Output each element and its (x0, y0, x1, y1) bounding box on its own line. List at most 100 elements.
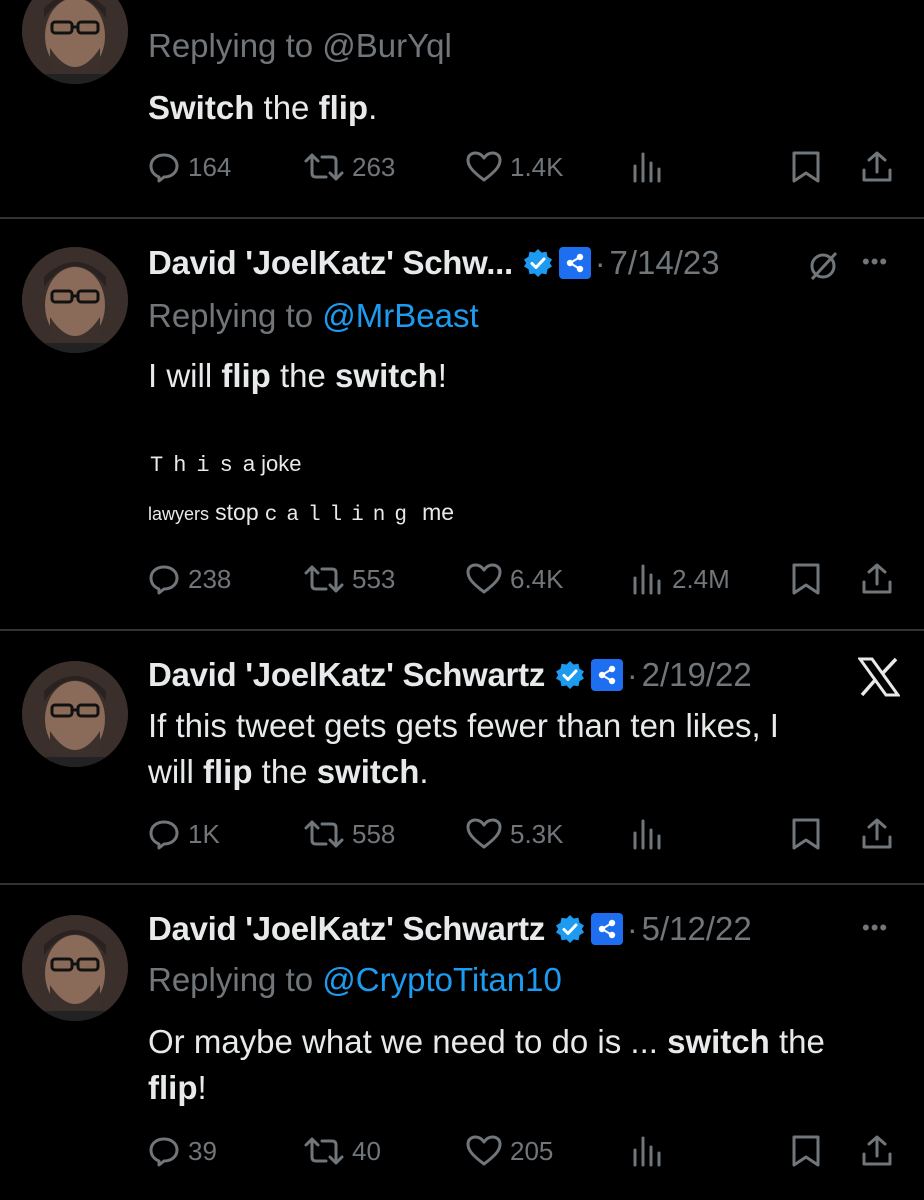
avatar[interactable] (22, 661, 128, 767)
retweets-count: 263 (352, 151, 396, 182)
verified-badge-icon[interactable] (555, 914, 585, 944)
replying-handle[interactable]: @CryptoTitan10 (322, 961, 562, 998)
text-span: the (769, 1023, 825, 1060)
text-span: will (148, 753, 203, 790)
replying-to: Replying to @MrBeast (148, 297, 479, 335)
text-span: ! (437, 357, 447, 394)
retweet-button[interactable]: 553 (304, 559, 395, 599)
author-name[interactable]: David 'JoelKatz' Schwartz (148, 910, 545, 948)
share-icon (860, 817, 894, 851)
bold-text: flip (148, 1069, 198, 1106)
reply-button[interactable]: 1K (148, 814, 220, 854)
retweet-button[interactable]: 263 (304, 147, 395, 187)
share-button[interactable] (860, 814, 894, 854)
share-icon (860, 150, 894, 184)
bookmark-button[interactable] (790, 559, 822, 599)
views-count: 2.4M (672, 563, 730, 594)
like-button[interactable]: 1.4K (466, 147, 564, 187)
action-bar: 39 40 205 (148, 1131, 908, 1171)
replying-handle[interactable]: @MrBeast (322, 297, 478, 334)
ripple-affiliate-icon[interactable] (590, 913, 623, 945)
action-bar: 164 263 1.4K (148, 147, 908, 187)
replying-to: Replying to @BurYql (148, 27, 452, 65)
retweet-icon (304, 818, 344, 850)
tweet-header: David 'JoelKatz' Schwartz · 5/12/22 (148, 907, 752, 951)
bookmark-button[interactable] (790, 147, 822, 187)
reply-icon (148, 563, 180, 595)
separator-dot: · (626, 910, 638, 947)
verified-badge-icon[interactable] (523, 248, 553, 278)
share-icon (860, 1134, 894, 1168)
tweet-date[interactable]: 5/12/22 (642, 910, 752, 948)
joke-word-calling: calling (264, 504, 416, 527)
ripple-affiliate-icon[interactable] (558, 247, 591, 279)
separator-dot: · (594, 244, 606, 281)
text-span: . (419, 753, 429, 790)
bookmark-button[interactable] (790, 1131, 822, 1171)
avatar[interactable] (22, 0, 128, 84)
author-name[interactable]: David 'JoelKatz' Schwartz (148, 656, 545, 694)
joke-word-me: me (422, 499, 455, 525)
retweet-button[interactable]: 40 (304, 1131, 381, 1171)
replies-count: 1K (188, 818, 220, 849)
retweets-count: 558 (352, 818, 396, 849)
tweet-2[interactable]: David 'JoelKatz' Schw... · 7/14/23 ••• Rep… (0, 219, 924, 629)
views-button[interactable] (630, 147, 664, 187)
replying-prefix: Replying to (148, 297, 323, 334)
like-button[interactable]: 205 (466, 1131, 553, 1171)
views-button[interactable] (630, 814, 664, 854)
text-span: the (254, 89, 319, 126)
like-button[interactable]: 5.3K (466, 814, 564, 854)
tweet-3[interactable]: David 'JoelKatz' Schwartz · 2/19/22 If thi… (0, 631, 924, 883)
bookmark-icon (790, 150, 822, 184)
tweet-header: David 'JoelKatz' Schwartz · 2/19/22 (148, 653, 752, 697)
reply-button[interactable]: 164 (148, 147, 231, 187)
retweet-icon (304, 1135, 344, 1167)
bold-text: switch (335, 357, 438, 394)
text-span: I will (148, 357, 222, 394)
joke-word-this: This (150, 453, 243, 478)
like-icon (466, 818, 502, 850)
retweet-button[interactable]: 558 (304, 814, 395, 854)
avatar[interactable] (22, 247, 128, 353)
more-options-button[interactable]: ••• (862, 249, 888, 275)
share-button[interactable] (860, 559, 894, 599)
tweet-1[interactable]: Replying to @BurYql Switch the flip. 164… (0, 0, 924, 218)
like-button[interactable]: 6.4K (466, 559, 564, 599)
views-button[interactable] (630, 1131, 664, 1171)
action-bar: 1K 558 5.3K (148, 814, 908, 854)
reply-button[interactable]: 238 (148, 559, 231, 599)
tweet-text: Switch the flip. (148, 85, 908, 131)
edited-icon[interactable] (806, 249, 840, 288)
bookmark-button[interactable] (790, 814, 822, 854)
tweet-date[interactable]: 2/19/22 (642, 656, 752, 694)
joke-word-lawyers: lawyers (148, 504, 210, 524)
reply-icon (148, 818, 180, 850)
ripple-affiliate-icon[interactable] (590, 659, 623, 691)
text-span: the (270, 357, 336, 394)
avatar[interactable] (22, 915, 128, 1021)
tweet-header: David 'JoelKatz' Schw... · 7/14/23 (148, 241, 720, 285)
bold-text: flip (203, 753, 253, 790)
replying-handle[interactable]: @BurYql (322, 27, 452, 64)
more-options-button[interactable]: ••• (862, 915, 888, 941)
retweets-count: 40 (352, 1135, 381, 1166)
x-logo-icon (857, 657, 901, 702)
reply-button[interactable]: 39 (148, 1131, 217, 1171)
author-name[interactable]: David 'JoelKatz' Schw... (148, 244, 513, 282)
views-icon (630, 150, 664, 184)
like-icon (466, 1135, 502, 1167)
views-icon (630, 562, 664, 596)
views-button[interactable]: 2.4M (630, 559, 730, 599)
bookmark-icon (790, 562, 822, 596)
share-button[interactable] (860, 147, 894, 187)
verified-badge-icon[interactable] (555, 660, 585, 690)
bold-text: switch (667, 1023, 770, 1060)
tweet-date[interactable]: 7/14/23 (610, 244, 720, 282)
tweet-4[interactable]: David 'JoelKatz' Schwartz · 5/12/22 ••• Re… (0, 885, 924, 1200)
action-bar: 238 553 6.4K 2.4M (148, 559, 908, 599)
tweet-text: Or maybe what we need to do is ... switc… (148, 1019, 908, 1111)
share-icon (860, 562, 894, 596)
share-button[interactable] (860, 1131, 894, 1171)
reply-icon (148, 1135, 180, 1167)
